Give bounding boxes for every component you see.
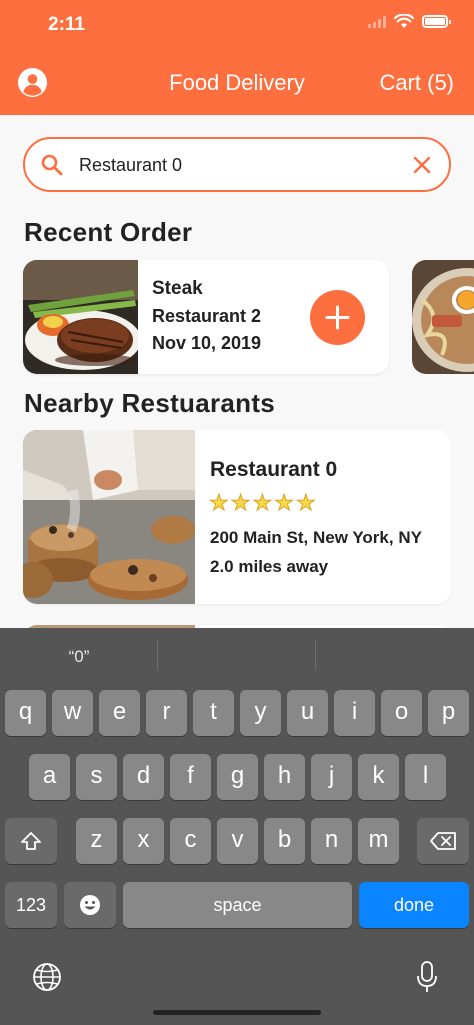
ramen-image bbox=[412, 260, 474, 374]
key-j[interactable]: j bbox=[311, 754, 352, 800]
search-input[interactable] bbox=[79, 153, 399, 177]
star-icon: ★ bbox=[230, 490, 251, 515]
restaurant-image bbox=[23, 430, 195, 604]
backspace-icon bbox=[430, 832, 456, 850]
home-indicator bbox=[153, 1010, 321, 1015]
key-n[interactable]: n bbox=[311, 818, 352, 864]
search-bar bbox=[23, 137, 451, 192]
clear-icon[interactable] bbox=[411, 154, 433, 176]
status-icons bbox=[368, 14, 451, 29]
recent-order-title: Recent Order bbox=[24, 217, 193, 247]
key-e[interactable]: e bbox=[99, 690, 140, 736]
key-a[interactable]: a bbox=[29, 754, 70, 800]
star-icon: ★ bbox=[209, 490, 230, 515]
rating-stars: ★ ★ ★ ★ ★ bbox=[209, 490, 317, 515]
key-y[interactable]: y bbox=[240, 690, 281, 736]
app-header: 2:11 Food Delivery Cart (5) bbox=[0, 0, 474, 115]
key-c[interactable]: c bbox=[170, 818, 211, 864]
search-icon bbox=[41, 154, 63, 176]
key-x[interactable]: x bbox=[123, 818, 164, 864]
key-v[interactable]: v bbox=[217, 818, 258, 864]
key-r[interactable]: r bbox=[146, 690, 187, 736]
key-o[interactable]: o bbox=[381, 690, 422, 736]
status-time: 2:11 bbox=[48, 14, 85, 35]
star-icon: ★ bbox=[274, 490, 295, 515]
order-restaurant: Restaurant 2 bbox=[152, 306, 262, 326]
key-b[interactable]: b bbox=[264, 818, 305, 864]
key-h[interactable]: h bbox=[264, 754, 305, 800]
battery-icon bbox=[422, 15, 451, 28]
key-i[interactable]: i bbox=[334, 690, 375, 736]
suggestion-item[interactable]: “0” bbox=[0, 628, 158, 686]
shift-icon bbox=[21, 832, 41, 850]
emoji-icon bbox=[80, 895, 100, 915]
wifi-icon bbox=[394, 14, 414, 28]
backspace-key[interactable] bbox=[417, 818, 469, 864]
steak-image bbox=[23, 260, 138, 374]
suggestion-item[interactable] bbox=[316, 628, 474, 686]
key-k[interactable]: k bbox=[358, 754, 399, 800]
recent-order-card[interactable]: Steak Restaurant 2 Nov 10, 2019 bbox=[23, 260, 389, 374]
cart-button[interactable]: Cart (5) bbox=[379, 70, 454, 96]
nearby-title: Nearby Restuarants bbox=[24, 388, 276, 418]
space-key[interactable]: space bbox=[123, 882, 352, 928]
recent-order-card-next[interactable] bbox=[412, 260, 474, 374]
order-item-name: Steak bbox=[152, 278, 203, 299]
key-t[interactable]: t bbox=[193, 690, 234, 736]
mic-icon[interactable] bbox=[416, 960, 438, 994]
emoji-key[interactable] bbox=[64, 882, 116, 928]
restaurant-name: Restaurant 0 bbox=[210, 458, 338, 481]
key-u[interactable]: u bbox=[287, 690, 328, 736]
plus-icon bbox=[325, 305, 350, 330]
star-icon: ★ bbox=[252, 490, 273, 515]
key-q[interactable]: q bbox=[5, 690, 46, 736]
key-z[interactable]: z bbox=[76, 818, 117, 864]
suggestion-item[interactable] bbox=[158, 628, 316, 686]
numbers-key[interactable]: 123 bbox=[5, 882, 57, 928]
done-key[interactable]: done bbox=[359, 882, 469, 928]
key-d[interactable]: d bbox=[123, 754, 164, 800]
restaurant-card[interactable]: Restaurant 0 ★ ★ ★ ★ ★ 200 Main St, New … bbox=[23, 430, 451, 604]
key-m[interactable]: m bbox=[358, 818, 399, 864]
restaurant-address: 200 Main St, New York, NY bbox=[210, 528, 422, 547]
add-to-cart-button[interactable] bbox=[310, 290, 365, 345]
keyboard: “0” q w e r t y u i o p a s d f g h j k … bbox=[0, 628, 474, 1025]
key-f[interactable]: f bbox=[170, 754, 211, 800]
suggestion-bar: “0” bbox=[0, 628, 474, 686]
signal-icon bbox=[368, 15, 386, 28]
globe-icon[interactable] bbox=[32, 962, 62, 992]
star-icon: ★ bbox=[295, 490, 316, 515]
key-s[interactable]: s bbox=[76, 754, 117, 800]
shift-key[interactable] bbox=[5, 818, 57, 864]
key-l[interactable]: l bbox=[405, 754, 446, 800]
key-w[interactable]: w bbox=[52, 690, 93, 736]
key-p[interactable]: p bbox=[428, 690, 469, 736]
order-date: Nov 10, 2019 bbox=[152, 333, 262, 353]
key-g[interactable]: g bbox=[217, 754, 258, 800]
restaurant-distance: 2.0 miles away bbox=[210, 557, 329, 576]
